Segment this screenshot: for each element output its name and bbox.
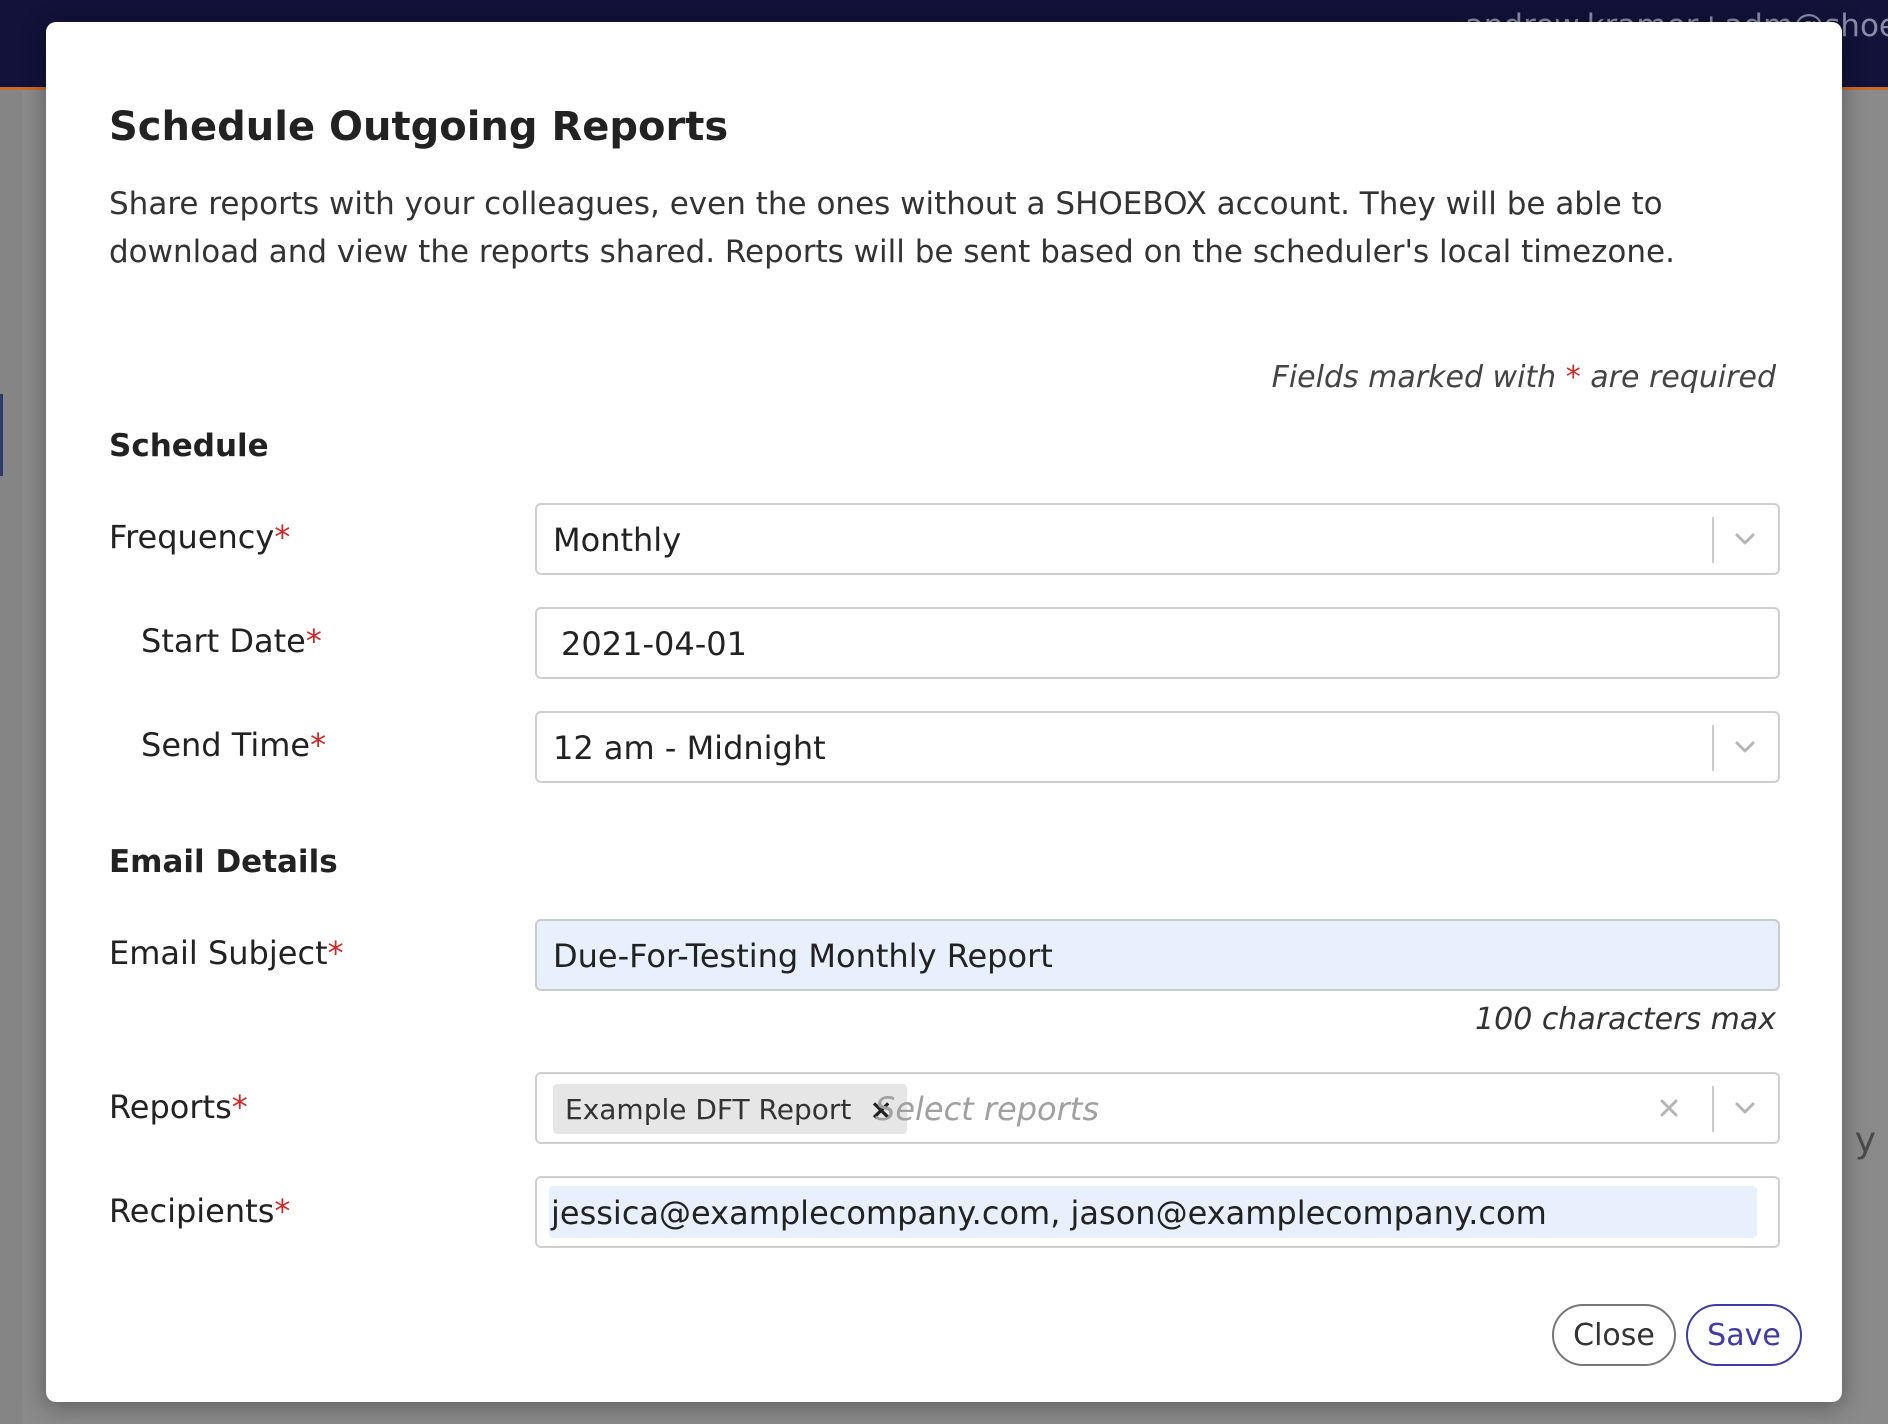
reports-label-text: Reports [109, 1088, 232, 1126]
required-star: * [310, 726, 327, 764]
email-subject-input[interactable]: Due-For-Testing Monthly Report [535, 919, 1780, 991]
modal-title: Schedule Outgoing Reports [109, 104, 729, 150]
frequency-label-text: Frequency [109, 518, 275, 556]
start-date-value: 2021-04-01 [561, 625, 747, 663]
section-email-details: Email Details [109, 844, 338, 880]
send-time-select[interactable]: 12 am - Midnight [535, 711, 1780, 783]
reports-multiselect[interactable]: Example DFT Report × Select reports [535, 1072, 1780, 1144]
required-fields-note: Fields marked with * are required [1272, 360, 1776, 395]
frequency-value: Monthly [553, 521, 682, 559]
email-subject-value: Due-For-Testing Monthly Report [553, 937, 1053, 975]
frequency-label: Frequency* [109, 518, 290, 556]
email-subject-label: Email Subject* [109, 934, 344, 972]
sidebar-edge [0, 394, 3, 476]
background-text: y [1854, 1120, 1876, 1161]
report-chip-label: Example DFT Report [565, 1092, 852, 1126]
modal-description: Share reports with your colleagues, even… [109, 186, 1675, 270]
reports-placeholder[interactable]: Select reports [875, 1090, 1099, 1128]
reports-label: Reports* [109, 1088, 248, 1126]
start-date-label-text: Start Date [141, 622, 306, 660]
recipients-value: jessica@examplecompany.com, jason@exampl… [551, 1194, 1547, 1232]
recipients-input[interactable]: jessica@examplecompany.com, jason@exampl… [535, 1176, 1780, 1248]
chevron-down-icon[interactable] [1730, 524, 1760, 554]
email-subject-hint: 100 characters max [1475, 1002, 1776, 1037]
schedule-reports-modal: Schedule Outgoing Reports Share reports … [46, 22, 1842, 1402]
frequency-select[interactable]: Monthly [535, 503, 1780, 575]
send-time-label: Send Time* [141, 726, 326, 764]
required-star: * [305, 622, 322, 660]
recipients-label-text: Recipients [109, 1192, 275, 1230]
required-star: * [274, 1192, 291, 1230]
start-date-input[interactable]: 2021-04-01 [535, 607, 1780, 679]
required-star: * [274, 518, 291, 556]
recipients-label: Recipients* [109, 1192, 290, 1230]
required-note-prefix: Fields marked with [1271, 360, 1566, 395]
required-star: * [231, 1088, 248, 1126]
dropdown-separator [1712, 1086, 1714, 1132]
send-time-value: 12 am - Midnight [553, 729, 826, 767]
section-schedule: Schedule [109, 428, 269, 464]
chevron-down-icon[interactable] [1730, 1093, 1760, 1123]
required-star: * [327, 934, 344, 972]
required-note-suffix: are required [1580, 360, 1776, 395]
start-date-label: Start Date* [141, 622, 322, 660]
clear-icon[interactable] [1654, 1093, 1684, 1123]
required-star: * [1565, 360, 1581, 395]
chevron-down-icon[interactable] [1730, 732, 1760, 762]
close-button[interactable]: Close [1552, 1304, 1676, 1366]
send-time-label-text: Send Time [141, 726, 311, 764]
report-chip: Example DFT Report × [553, 1084, 907, 1134]
dropdown-separator [1712, 725, 1714, 771]
save-button[interactable]: Save [1686, 1304, 1802, 1366]
email-subject-label-text: Email Subject [109, 934, 328, 972]
dropdown-separator [1712, 517, 1714, 563]
